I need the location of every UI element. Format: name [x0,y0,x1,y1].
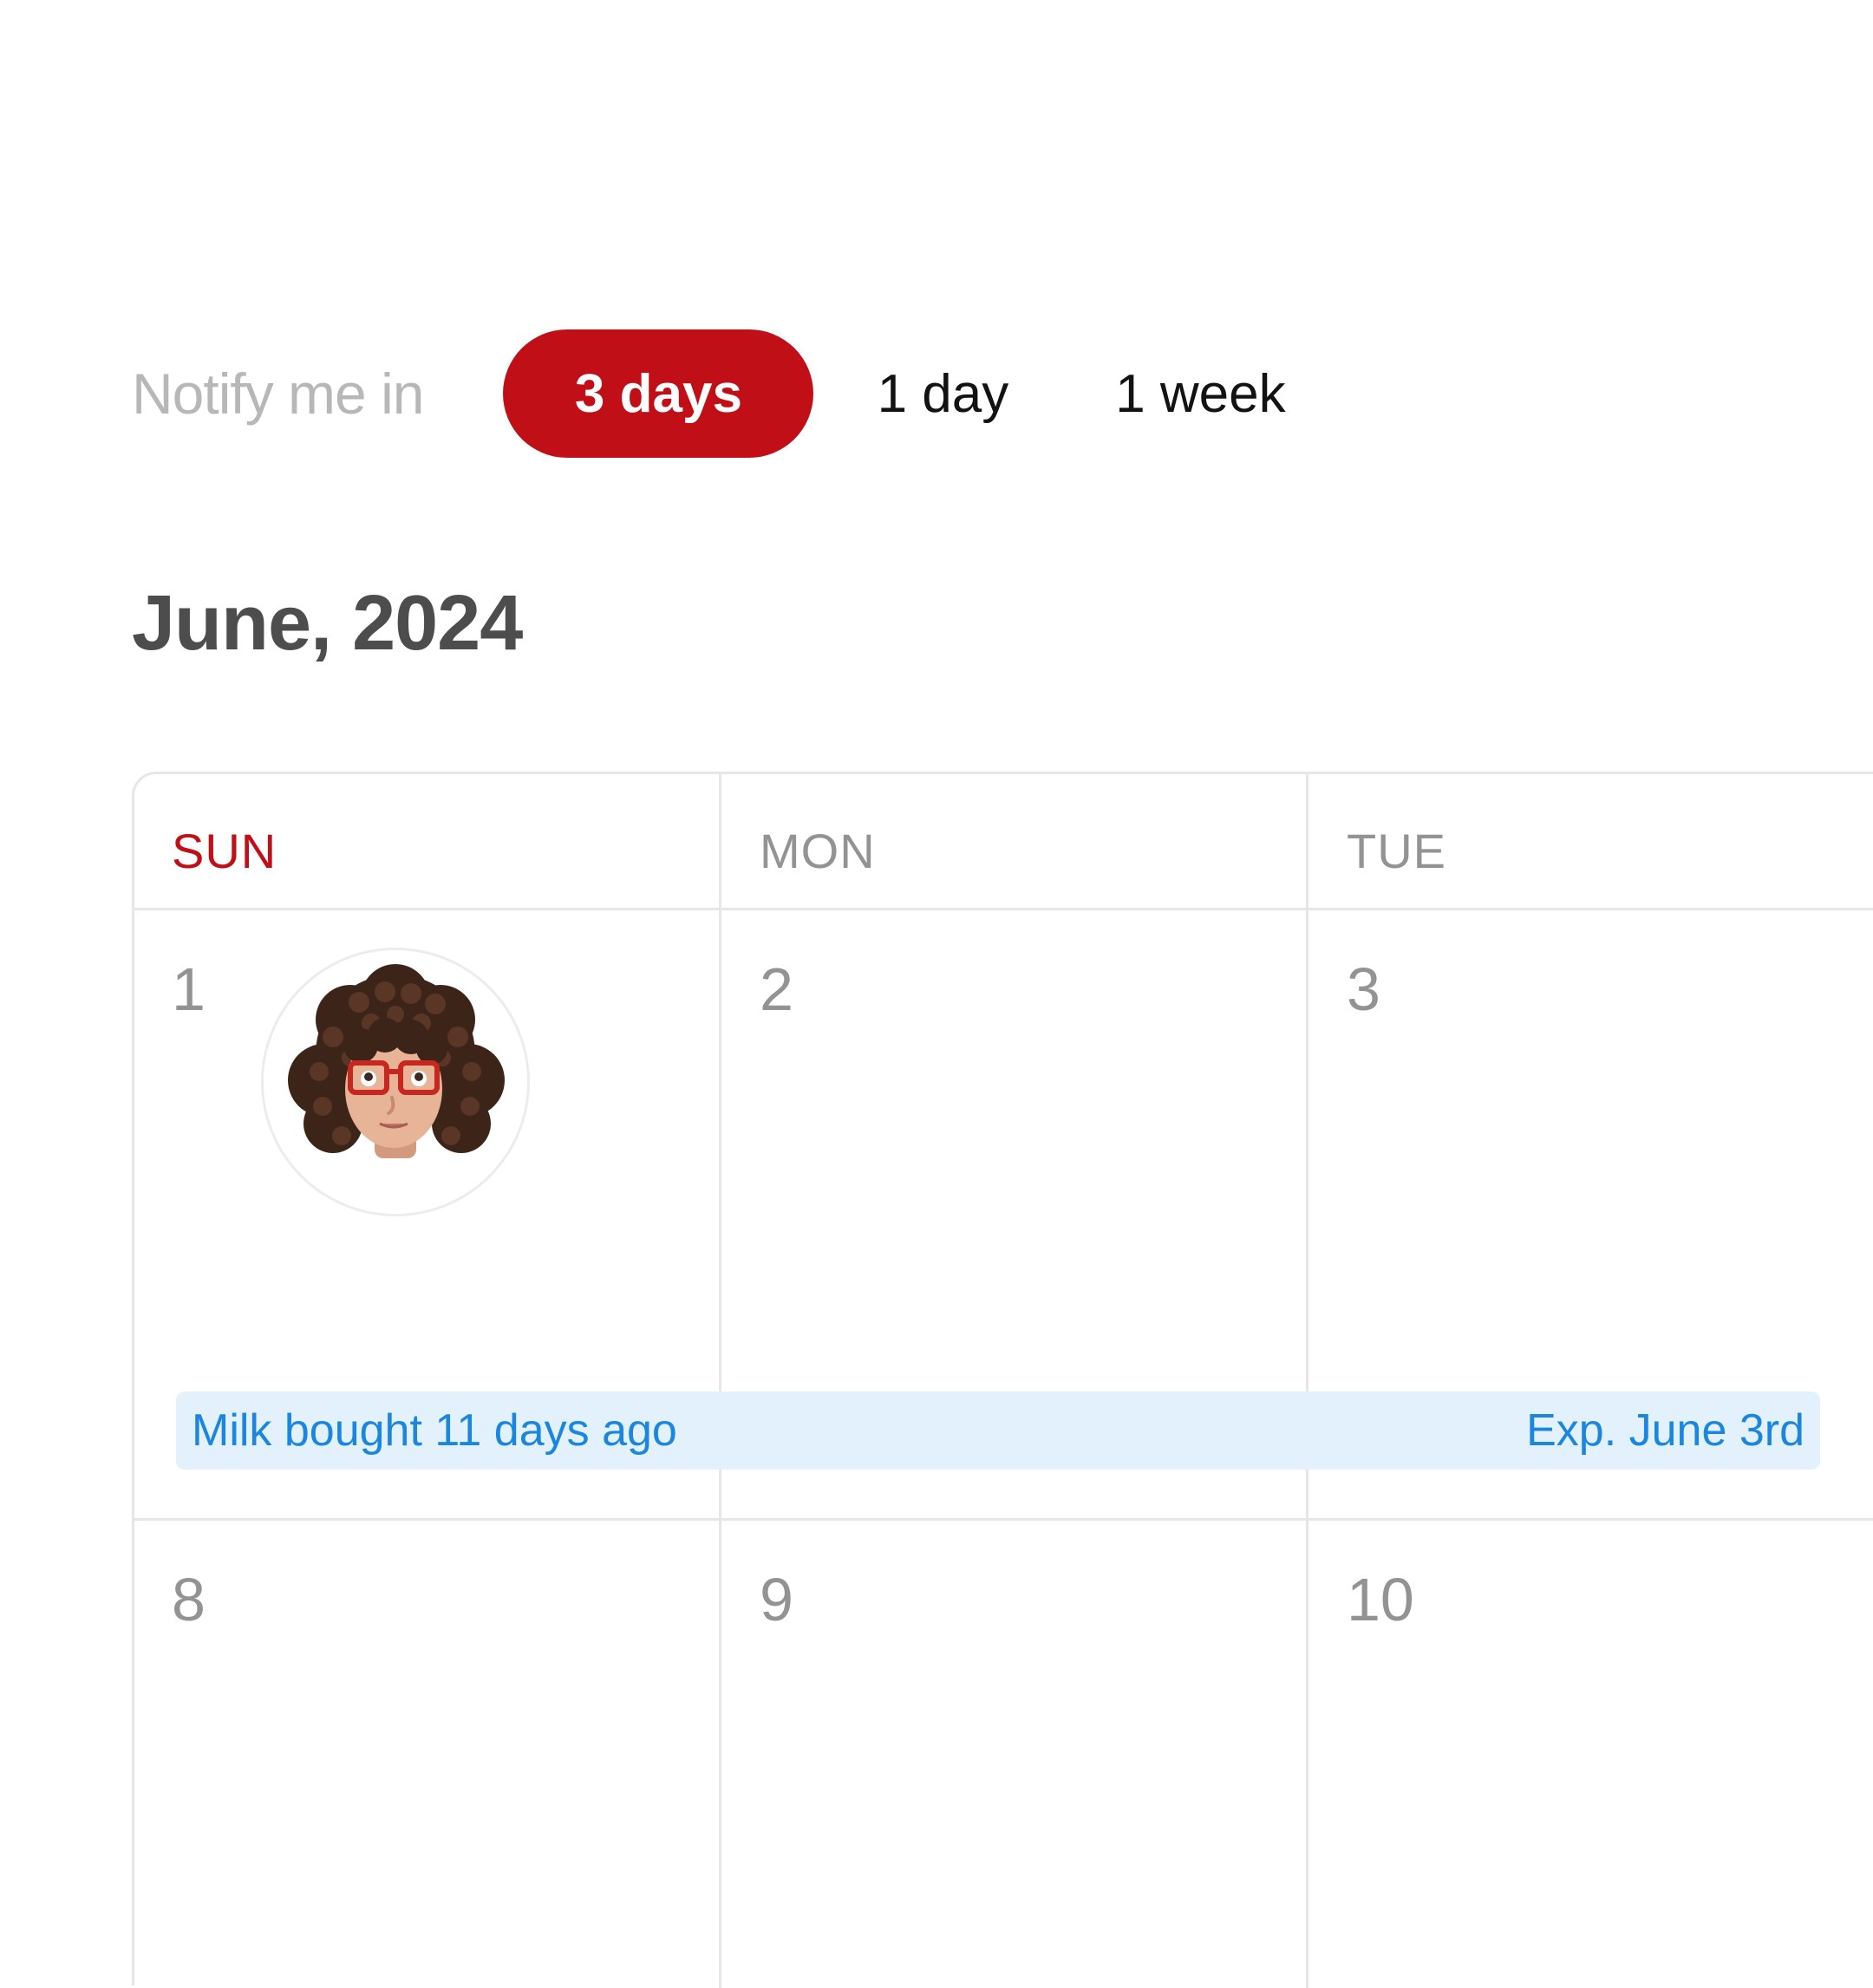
date-cell-8[interactable]: 8 [172,1565,206,1634]
date-cell-9[interactable]: 9 [760,1565,793,1634]
notify-label: Notify me in [132,362,424,426]
event-expiry: Exp. June 3rd [1526,1405,1804,1456]
row-divider [134,908,1873,910]
notify-option-1-day[interactable]: 1 day [869,329,1016,458]
column-divider [1306,774,1308,1988]
event-label: Milk bought 11 days ago [192,1405,677,1456]
calendar-grid: SUN MON TUE 1 2 3 Milk bought 11 days ag… [132,772,1873,1988]
event-milk[interactable]: Milk bought 11 days ago Exp. June 3rd [176,1392,1820,1470]
avatar[interactable] [261,948,530,1216]
row-divider [134,1518,1873,1521]
notify-row: Notify me in 3 days 1 day 1 week [132,329,1294,458]
notify-option-3-days[interactable]: 3 days [503,329,814,458]
date-cell-3[interactable]: 3 [1347,955,1380,1024]
weekday-mon: MON [760,824,876,878]
date-cell-1[interactable]: 1 [172,955,206,1024]
date-cell-2[interactable]: 2 [760,955,793,1024]
notify-option-1-week[interactable]: 1 week [1106,329,1294,458]
weekday-tue: TUE [1347,824,1446,878]
month-title: June, 2024 [132,580,523,667]
weekday-sun: SUN [172,824,277,878]
date-cell-10[interactable]: 10 [1347,1565,1414,1634]
column-divider [719,774,721,1988]
memoji-avatar-icon [288,964,505,1158]
